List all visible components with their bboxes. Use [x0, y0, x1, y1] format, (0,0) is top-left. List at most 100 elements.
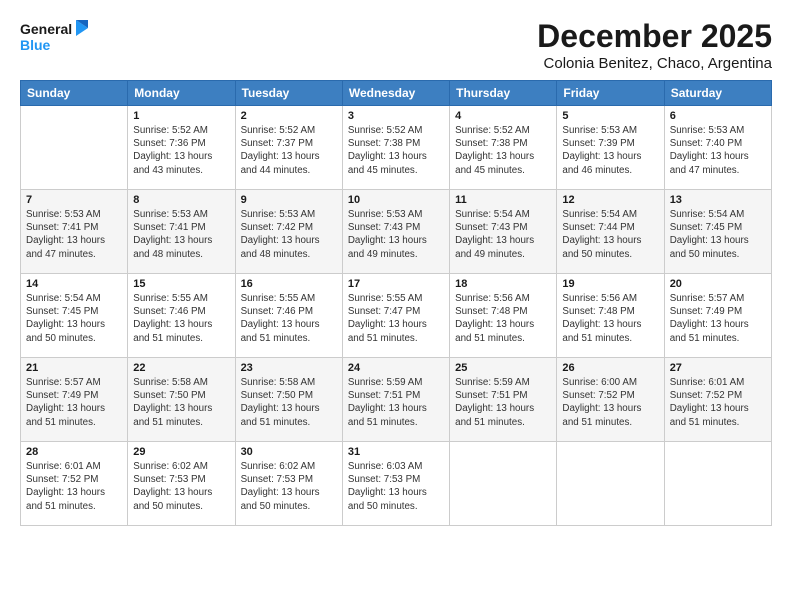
- day-info: Sunrise: 5:56 AMSunset: 7:48 PMDaylight:…: [562, 292, 658, 345]
- day-number: 25: [455, 362, 551, 374]
- day-info: Sunrise: 5:57 AMSunset: 7:49 PMDaylight:…: [26, 376, 122, 429]
- calendar-week-2: 7Sunrise: 5:53 AMSunset: 7:41 PMDaylight…: [21, 190, 772, 274]
- day-number: 27: [670, 362, 766, 374]
- calendar-cell: 16 Sunrise: 5:55 AMSunset: 7:46 PMDayligh…: [235, 274, 342, 358]
- calendar-cell: [557, 442, 664, 526]
- page: GeneralBlue December 2025 Colonia Benite…: [0, 0, 792, 612]
- day-info: Sunrise: 5:52 AMSunset: 7:38 PMDaylight:…: [348, 124, 444, 177]
- day-number: 11: [455, 194, 551, 206]
- day-number: 8: [133, 194, 229, 206]
- svg-text:General: General: [20, 21, 72, 37]
- title-area: December 2025 Colonia Benitez, Chaco, Ar…: [537, 18, 772, 72]
- day-number: 19: [562, 278, 658, 290]
- day-info: Sunrise: 5:53 AMSunset: 7:39 PMDaylight:…: [562, 124, 658, 177]
- day-info: Sunrise: 5:52 AMSunset: 7:36 PMDaylight:…: [133, 124, 229, 177]
- calendar-cell: 7Sunrise: 5:53 AMSunset: 7:41 PMDaylight…: [21, 190, 128, 274]
- calendar-cell: [450, 442, 557, 526]
- day-number: 5: [562, 110, 658, 122]
- calendar-cell: 10Sunrise: 5:53 AMSunset: 7:43 PMDayligh…: [342, 190, 449, 274]
- calendar-cell: 19 Sunrise: 5:56 AMSunset: 7:48 PMDayligh…: [557, 274, 664, 358]
- day-info: Sunrise: 5:53 AMSunset: 7:41 PMDaylight:…: [26, 208, 122, 261]
- day-number: 6: [670, 110, 766, 122]
- calendar-cell: [21, 106, 128, 190]
- calendar-week-5: 28Sunrise: 6:01 AMSunset: 7:52 PMDayligh…: [21, 442, 772, 526]
- subtitle: Colonia Benitez, Chaco, Argentina: [537, 55, 772, 72]
- calendar-cell: 13 Sunrise: 5:54 AMSunset: 7:45 PMDayligh…: [664, 190, 771, 274]
- calendar-header-wednesday: Wednesday: [342, 81, 449, 106]
- day-number: 13: [670, 194, 766, 206]
- calendar-cell: 22 Sunrise: 5:58 AMSunset: 7:50 PMDayligh…: [128, 358, 235, 442]
- day-info: Sunrise: 5:55 AMSunset: 7:46 PMDaylight:…: [241, 292, 337, 345]
- calendar-cell: 20Sunrise: 5:57 AMSunset: 7:49 PMDayligh…: [664, 274, 771, 358]
- day-number: 23: [241, 362, 337, 374]
- day-info: Sunrise: 5:54 AMSunset: 7:44 PMDaylight:…: [562, 208, 658, 261]
- day-number: 3: [348, 110, 444, 122]
- calendar-cell: 26Sunrise: 6:00 AMSunset: 7:52 PMDayligh…: [557, 358, 664, 442]
- calendar-header-tuesday: Tuesday: [235, 81, 342, 106]
- calendar-header-row: SundayMondayTuesdayWednesdayThursdayFrid…: [21, 81, 772, 106]
- calendar-cell: [664, 442, 771, 526]
- calendar-cell: 27 Sunrise: 6:01 AMSunset: 7:52 PMDayligh…: [664, 358, 771, 442]
- day-info: Sunrise: 5:55 AMSunset: 7:46 PMDaylight:…: [133, 292, 229, 345]
- day-number: 17: [348, 278, 444, 290]
- day-info: Sunrise: 5:59 AMSunset: 7:51 PMDaylight:…: [348, 376, 444, 429]
- day-number: 10: [348, 194, 444, 206]
- day-info: Sunrise: 5:56 AMSunset: 7:48 PMDaylight:…: [455, 292, 551, 345]
- calendar-cell: 25Sunrise: 5:59 AMSunset: 7:51 PMDayligh…: [450, 358, 557, 442]
- day-info: Sunrise: 5:54 AMSunset: 7:45 PMDaylight:…: [670, 208, 766, 261]
- day-number: 15: [133, 278, 229, 290]
- svg-text:Blue: Blue: [20, 37, 51, 53]
- day-number: 24: [348, 362, 444, 374]
- calendar-cell: 12 Sunrise: 5:54 AMSunset: 7:44 PMDayligh…: [557, 190, 664, 274]
- header: GeneralBlue December 2025 Colonia Benite…: [20, 18, 772, 72]
- day-number: 21: [26, 362, 122, 374]
- day-info: Sunrise: 6:01 AMSunset: 7:52 PMDaylight:…: [670, 376, 766, 429]
- day-info: Sunrise: 5:54 AMSunset: 7:43 PMDaylight:…: [455, 208, 551, 261]
- calendar-cell: 2Sunrise: 5:52 AMSunset: 7:37 PMDaylight…: [235, 106, 342, 190]
- logo-svg: GeneralBlue: [20, 18, 92, 54]
- calendar: SundayMondayTuesdayWednesdayThursdayFrid…: [20, 80, 772, 526]
- day-number: 9: [241, 194, 337, 206]
- day-number: 29: [133, 446, 229, 458]
- logo: GeneralBlue: [20, 18, 92, 54]
- calendar-cell: 17Sunrise: 5:55 AMSunset: 7:47 PMDayligh…: [342, 274, 449, 358]
- day-info: Sunrise: 5:52 AMSunset: 7:38 PMDaylight:…: [455, 124, 551, 177]
- day-number: 12: [562, 194, 658, 206]
- main-title: December 2025: [537, 18, 772, 55]
- day-info: Sunrise: 6:01 AMSunset: 7:52 PMDaylight:…: [26, 460, 122, 513]
- calendar-cell: 14 Sunrise: 5:54 AMSunset: 7:45 PMDayligh…: [21, 274, 128, 358]
- day-number: 30: [241, 446, 337, 458]
- day-number: 14: [26, 278, 122, 290]
- calendar-cell: 21 Sunrise: 5:57 AMSunset: 7:49 PMDayligh…: [21, 358, 128, 442]
- calendar-header-saturday: Saturday: [664, 81, 771, 106]
- calendar-week-1: 1 Sunrise: 5:52 AMSunset: 7:36 PMDaylight…: [21, 106, 772, 190]
- calendar-cell: 6Sunrise: 5:53 AMSunset: 7:40 PMDaylight…: [664, 106, 771, 190]
- calendar-header-friday: Friday: [557, 81, 664, 106]
- day-info: Sunrise: 6:02 AMSunset: 7:53 PMDaylight:…: [133, 460, 229, 513]
- calendar-cell: 23Sunrise: 5:58 AMSunset: 7:50 PMDayligh…: [235, 358, 342, 442]
- day-info: Sunrise: 5:58 AMSunset: 7:50 PMDaylight:…: [133, 376, 229, 429]
- day-number: 16: [241, 278, 337, 290]
- calendar-header-sunday: Sunday: [21, 81, 128, 106]
- day-number: 22: [133, 362, 229, 374]
- day-info: Sunrise: 5:54 AMSunset: 7:45 PMDaylight:…: [26, 292, 122, 345]
- day-info: Sunrise: 5:57 AMSunset: 7:49 PMDaylight:…: [670, 292, 766, 345]
- calendar-cell: 29 Sunrise: 6:02 AMSunset: 7:53 PMDayligh…: [128, 442, 235, 526]
- calendar-cell: 4 Sunrise: 5:52 AMSunset: 7:38 PMDaylight…: [450, 106, 557, 190]
- calendar-cell: 11 Sunrise: 5:54 AMSunset: 7:43 PMDayligh…: [450, 190, 557, 274]
- calendar-cell: 5 Sunrise: 5:53 AMSunset: 7:39 PMDaylight…: [557, 106, 664, 190]
- calendar-header-monday: Monday: [128, 81, 235, 106]
- calendar-week-3: 14 Sunrise: 5:54 AMSunset: 7:45 PMDayligh…: [21, 274, 772, 358]
- day-number: 4: [455, 110, 551, 122]
- day-number: 18: [455, 278, 551, 290]
- day-number: 1: [133, 110, 229, 122]
- day-number: 31: [348, 446, 444, 458]
- day-info: Sunrise: 6:00 AMSunset: 7:52 PMDaylight:…: [562, 376, 658, 429]
- calendar-week-4: 21 Sunrise: 5:57 AMSunset: 7:49 PMDayligh…: [21, 358, 772, 442]
- calendar-cell: 15 Sunrise: 5:55 AMSunset: 7:46 PMDayligh…: [128, 274, 235, 358]
- calendar-cell: 30Sunrise: 6:02 AMSunset: 7:53 PMDayligh…: [235, 442, 342, 526]
- calendar-cell: 8Sunrise: 5:53 AMSunset: 7:41 PMDaylight…: [128, 190, 235, 274]
- calendar-cell: 3 Sunrise: 5:52 AMSunset: 7:38 PMDaylight…: [342, 106, 449, 190]
- calendar-cell: 28Sunrise: 6:01 AMSunset: 7:52 PMDayligh…: [21, 442, 128, 526]
- calendar-cell: 31Sunrise: 6:03 AMSunset: 7:53 PMDayligh…: [342, 442, 449, 526]
